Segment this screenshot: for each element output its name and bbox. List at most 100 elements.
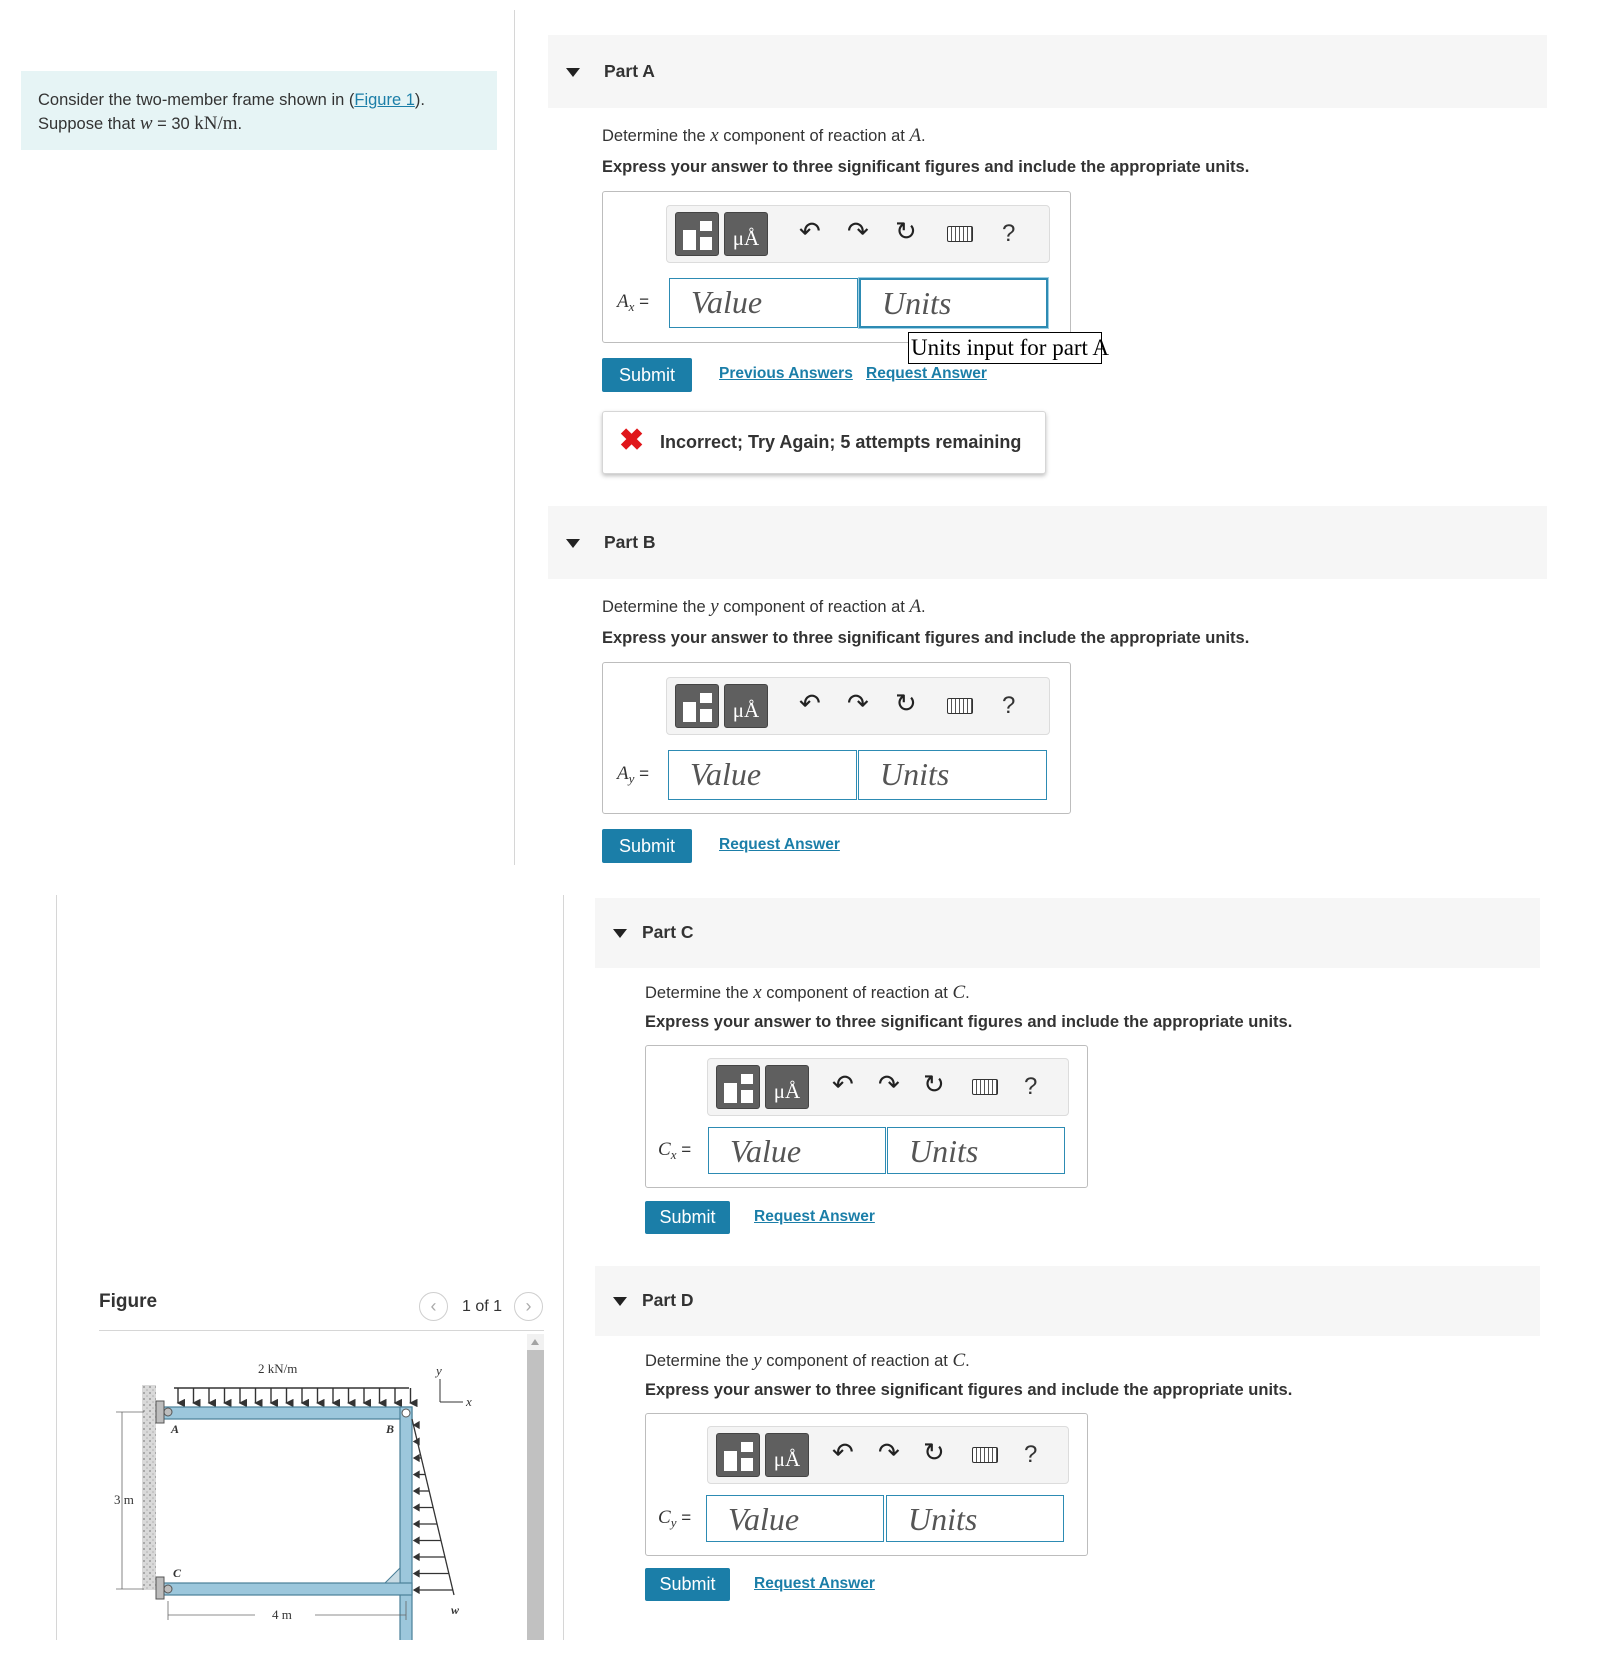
templates-button[interactable] <box>716 1065 760 1109</box>
part-b-value-input[interactable]: Value <box>668 750 857 800</box>
part-c-instruction: Express your answer to three significant… <box>645 1013 1293 1031</box>
feedback-message: Incorrect; Try Again; 5 attempts remaini… <box>660 432 1022 452</box>
part-b-variable-label: Ay = <box>617 763 649 787</box>
keyboard-icon[interactable] <box>972 1447 998 1463</box>
figure-link[interactable]: Figure 1 <box>354 91 415 109</box>
caret-down-icon <box>613 929 627 938</box>
pin-C <box>155 1576 173 1600</box>
figure-rule <box>99 1330 544 1331</box>
question-mid: component of reaction at <box>718 598 910 616</box>
load-arrowhead <box>412 1420 420 1430</box>
undo-icon[interactable]: ↶ <box>799 688 821 718</box>
part-a-value-input[interactable]: Value <box>669 278 858 328</box>
part-d-instruction: Express your answer to three significant… <box>645 1381 1293 1399</box>
wall-support <box>142 1385 156 1590</box>
part-a-instruction: Express your answer to three significant… <box>602 158 1250 176</box>
part-c-submit-button[interactable]: Submit <box>645 1201 730 1234</box>
part-b-instruction: Express your answer to three significant… <box>602 629 1250 647</box>
undo-icon[interactable]: ↶ <box>799 216 821 246</box>
caret-down-icon <box>566 538 580 548</box>
part-d-units-input[interactable]: Units <box>886 1495 1064 1542</box>
part-c-variable-label: Cx = <box>658 1139 691 1163</box>
units-button[interactable]: μÅ <box>765 1065 809 1109</box>
help-icon[interactable]: ? <box>1024 1441 1037 1469</box>
request-answer-link[interactable]: Request Answer <box>754 1575 875 1593</box>
part-d-value-input[interactable]: Value <box>706 1495 884 1542</box>
keyboard-icon[interactable] <box>947 698 973 714</box>
problem-line-1: Consider the two-member frame shown in (… <box>38 91 425 109</box>
caret-down-icon <box>613 1297 627 1306</box>
reset-icon[interactable]: ↻ <box>895 216 917 246</box>
undo-icon[interactable]: ↶ <box>832 1437 854 1467</box>
bottom-column-divider <box>563 895 564 1640</box>
question-component: y <box>710 596 719 617</box>
part-c-value-input[interactable]: Value <box>708 1127 886 1174</box>
reset-icon[interactable]: ↻ <box>923 1069 945 1099</box>
keyboard-icon[interactable] <box>972 1079 998 1095</box>
figure-next-button[interactable]: › <box>514 1292 543 1321</box>
request-answer-link[interactable]: Request Answer <box>866 365 987 383</box>
request-answer-link[interactable]: Request Answer <box>754 1208 875 1226</box>
chevron-left-icon: ‹ <box>430 1296 437 1316</box>
part-c-units-input[interactable]: Units <box>887 1127 1065 1174</box>
reset-icon[interactable]: ↻ <box>895 688 917 718</box>
part-d-question: Determine the y component of reaction at… <box>645 1350 970 1372</box>
part-d-submit-button[interactable]: Submit <box>645 1568 730 1601</box>
question-prefix: Determine the <box>602 127 711 145</box>
label-C: C <box>173 1566 182 1580</box>
axis-x-label: x <box>465 1394 472 1409</box>
figure-prev-button[interactable]: ‹ <box>419 1292 448 1321</box>
dim-width: 4 m <box>272 1607 292 1622</box>
part-b-title: Part B <box>604 531 656 552</box>
part-c-header[interactable]: Part C <box>595 898 1540 968</box>
load-arrowhead <box>412 1486 420 1496</box>
scroll-up-arrow[interactable] <box>527 1334 544 1350</box>
help-icon[interactable]: ? <box>1024 1073 1037 1101</box>
templates-icon-part <box>741 1090 753 1103</box>
templates-icon-part <box>700 221 712 231</box>
question-point: A <box>909 596 922 617</box>
part-b-submit-button[interactable]: Submit <box>602 829 692 863</box>
part-b-header[interactable]: Part B <box>548 506 1547 579</box>
equals-sign: = <box>676 1139 692 1159</box>
load-arrowhead <box>412 1437 420 1446</box>
variable-main: A <box>617 291 629 312</box>
member-C-bottom <box>159 1582 413 1596</box>
keyboard-icon[interactable] <box>947 226 973 242</box>
templates-icon-part <box>700 693 712 703</box>
variable-main: C <box>658 1138 671 1160</box>
error-icon: ✖ <box>619 424 645 457</box>
request-answer-link[interactable]: Request Answer <box>719 836 840 854</box>
units-icon: μÅ <box>732 698 760 722</box>
undo-icon[interactable]: ↶ <box>832 1069 854 1099</box>
question-point: A <box>909 125 922 146</box>
templates-button[interactable] <box>675 212 719 256</box>
problem-line-2: Suppose that w = 30 kN/m. <box>38 113 243 134</box>
figure-scrollbar[interactable] <box>527 1334 544 1640</box>
reset-icon[interactable]: ↻ <box>923 1437 945 1467</box>
part-d-header[interactable]: Part D <box>595 1266 1540 1336</box>
part-b-units-input[interactable]: Units <box>858 750 1047 800</box>
part-a-submit-button[interactable]: Submit <box>602 358 692 392</box>
figure-left-divider <box>56 895 57 1640</box>
units-icon: μÅ <box>773 1447 801 1471</box>
units-button[interactable]: μÅ <box>724 684 768 728</box>
redo-icon[interactable]: ↷ <box>878 1437 900 1467</box>
units-button[interactable]: μÅ <box>765 1433 809 1477</box>
problem-statement: Consider the two-member frame shown in (… <box>21 71 497 150</box>
label-A: A <box>170 1422 179 1436</box>
redo-icon[interactable]: ↷ <box>847 688 869 718</box>
help-icon[interactable]: ? <box>1002 692 1015 720</box>
templates-button[interactable] <box>716 1433 760 1477</box>
question-end: . <box>965 984 970 1002</box>
load-arrowhead <box>412 1569 420 1578</box>
redo-icon[interactable]: ↷ <box>847 216 869 246</box>
units-tooltip: Units input for part A <box>908 332 1109 364</box>
help-icon[interactable]: ? <box>1002 220 1015 248</box>
units-button[interactable]: μÅ <box>724 212 768 256</box>
part-a-units-input[interactable]: Units <box>859 278 1048 328</box>
previous-answers-link[interactable]: Previous Answers <box>719 365 853 383</box>
part-a-header[interactable]: Part A <box>548 35 1547 108</box>
templates-button[interactable] <box>675 684 719 728</box>
redo-icon[interactable]: ↷ <box>878 1069 900 1099</box>
